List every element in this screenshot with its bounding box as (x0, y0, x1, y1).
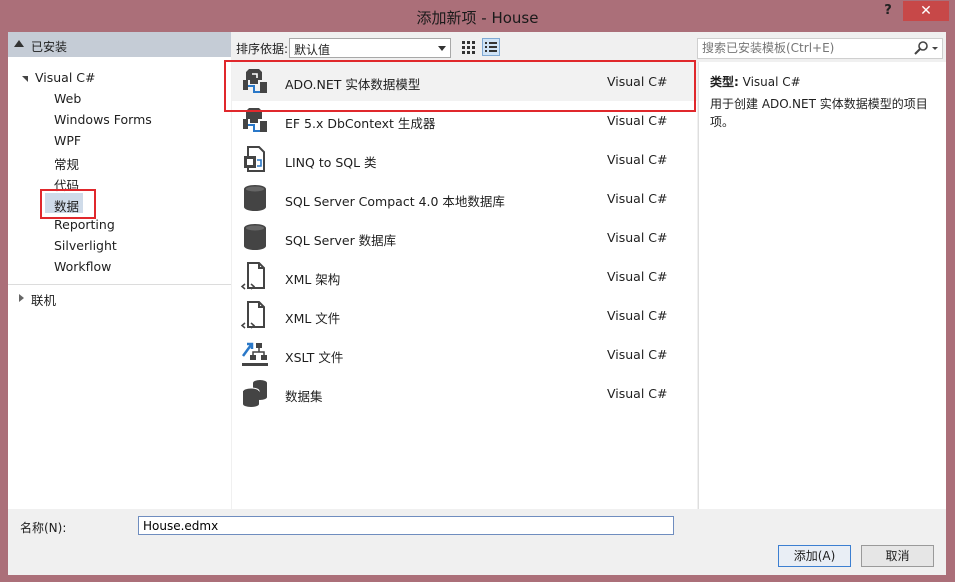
dialog-client: 已安装 Visual C# Web Windows Forms WPF 常规 代… (8, 32, 946, 575)
sort-label: 排序依据: (236, 42, 289, 56)
expand-arrow-icon[interactable] (19, 294, 24, 302)
template-name: LINQ to SQL 类 (285, 155, 377, 170)
tree-node-visual-csharp[interactable]: Visual C# (35, 70, 96, 85)
type-value: Visual C# (742, 75, 801, 89)
dialog-window: 添加新项 - House ? ✕ 已安装 Visual C# Web Windo… (0, 0, 955, 582)
collapse-arrow-icon[interactable] (14, 40, 24, 47)
installed-header[interactable]: 已安装 (8, 32, 231, 57)
linq-to-sql-icon (244, 146, 265, 172)
xslt-file-icon (241, 342, 268, 366)
template-row-xml-file[interactable]: XML 文件 Visual C# (232, 296, 697, 335)
template-type: Visual C# (607, 269, 668, 284)
expand-triangle-icon[interactable] (22, 76, 28, 82)
tree-divider (8, 284, 231, 285)
name-label: 名称(N): (20, 521, 67, 535)
template-list: ADO.NET 实体数据模型 Visual C# EF 5.x DbContex… (232, 62, 697, 509)
template-row-linq-to-sql[interactable]: LINQ to SQL 类 Visual C# (232, 140, 697, 179)
tree-node-web[interactable]: Web (54, 91, 81, 106)
tree-node-online[interactable]: 联机 (31, 290, 56, 309)
sort-dropdown[interactable]: 默认值 (289, 38, 451, 58)
tree-node-windows-forms[interactable]: Windows Forms (54, 112, 152, 127)
template-name: XML 架构 (285, 272, 341, 287)
xml-file-icon (240, 301, 265, 329)
grid-view-icon (462, 41, 475, 54)
template-type: Visual C# (607, 308, 668, 323)
template-name: XML 文件 (285, 311, 341, 326)
template-name: XSLT 文件 (285, 350, 344, 365)
template-type: Visual C# (607, 152, 668, 167)
list-view-button[interactable] (482, 38, 500, 56)
template-type: Visual C# (607, 230, 668, 245)
list-view-icon (485, 42, 497, 52)
template-type: Visual C# (607, 113, 668, 128)
type-line: 类型: Visual C# (710, 73, 801, 90)
template-row-xml-schema[interactable]: XML 架构 Visual C# (232, 257, 697, 296)
database-icon (244, 224, 266, 250)
tree-node-silverlight[interactable]: Silverlight (54, 238, 117, 253)
search-input[interactable] (698, 39, 906, 56)
selected-template-red-highlight (224, 60, 696, 112)
template-type: Visual C# (607, 191, 668, 206)
template-type: Visual C# (607, 386, 668, 401)
template-details-panel: 类型: Visual C# 用于创建 ADO.NET 实体数据模型的项目项。 (698, 62, 946, 509)
template-name: 数据集 (285, 389, 323, 404)
type-label: 类型: (710, 75, 739, 89)
template-description: 用于创建 ADO.NET 实体数据模型的项目项。 (710, 97, 928, 129)
sort-value: 默认值 (294, 43, 331, 57)
template-row-dataset[interactable]: 数据集 Visual C# (232, 374, 697, 413)
window-title: 添加新项 - House (416, 9, 539, 27)
help-button[interactable]: ? (878, 3, 898, 21)
template-name: EF 5.x DbContext 生成器 (285, 116, 436, 131)
template-name: SQL Server 数据库 (285, 233, 397, 248)
cancel-button[interactable]: 取消 (861, 545, 934, 567)
search-icon[interactable] (913, 41, 939, 55)
file-name-input[interactable] (138, 516, 674, 535)
close-button[interactable]: ✕ (903, 1, 949, 21)
template-category-tree: 已安装 Visual C# Web Windows Forms WPF 常规 代… (8, 32, 231, 509)
template-row-sql-compact[interactable]: SQL Server Compact 4.0 本地数据库 Visual C# (232, 179, 697, 218)
template-row-sql-server-db[interactable]: SQL Server 数据库 Visual C# (232, 218, 697, 257)
dataset-icon (242, 380, 267, 407)
chevron-down-icon (438, 46, 446, 51)
template-row-xslt-file[interactable]: XSLT 文件 Visual C# (232, 335, 697, 374)
installed-label: 已安装 (31, 40, 68, 54)
tree-node-general[interactable]: 常规 (54, 154, 79, 173)
add-button[interactable]: 添加(A) (778, 545, 851, 567)
data-node-red-highlight (40, 189, 96, 219)
tree-node-workflow[interactable]: Workflow (54, 259, 111, 274)
database-icon (244, 185, 266, 211)
template-type: Visual C# (607, 347, 668, 362)
title-bar[interactable]: 添加新项 - House ? ✕ (0, 0, 955, 32)
tree-node-wpf[interactable]: WPF (54, 133, 81, 148)
tree-node-reporting[interactable]: Reporting (54, 217, 115, 232)
template-search-box[interactable] (697, 38, 943, 59)
template-name: SQL Server Compact 4.0 本地数据库 (285, 194, 505, 209)
grid-view-button[interactable] (459, 38, 477, 56)
xml-schema-icon (240, 262, 265, 290)
